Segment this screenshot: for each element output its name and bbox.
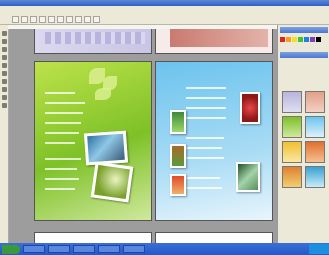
color-panel-header (280, 27, 328, 33)
menu-bar (0, 6, 329, 15)
leaf-decoration (95, 88, 111, 100)
canvas-workspace[interactable] (9, 29, 277, 243)
garden-photo[interactable] (236, 162, 260, 192)
text-line (186, 117, 226, 119)
hand-icon[interactable] (1, 87, 7, 92)
pointer-icon[interactable] (1, 31, 7, 36)
bird-photo[interactable] (83, 130, 129, 166)
redo-icon[interactable] (84, 16, 91, 23)
taskbar-item[interactable] (48, 245, 70, 253)
plant-photo-1[interactable] (170, 110, 186, 134)
text-line (45, 142, 75, 144)
color-swatch[interactable] (304, 37, 309, 42)
text-line (186, 147, 222, 149)
color-swatch[interactable] (286, 37, 291, 42)
system-clock (309, 244, 329, 254)
template-thumbnail[interactable] (305, 91, 325, 113)
template-thumbnail[interactable] (305, 166, 325, 188)
rectangle-icon[interactable] (1, 47, 7, 52)
taskbar-item[interactable] (73, 245, 95, 253)
flower-photo[interactable] (240, 92, 260, 124)
text-line (186, 177, 220, 179)
text-line (45, 102, 85, 104)
zoom-tool-icon[interactable] (1, 79, 7, 84)
flower-photo-2[interactable] (170, 174, 186, 196)
leaf-photo[interactable] (90, 161, 134, 203)
plant-photo-2[interactable] (170, 144, 186, 168)
color-swatch[interactable] (310, 37, 315, 42)
template-thumbnail[interactable] (282, 166, 302, 188)
line-icon[interactable] (1, 63, 7, 68)
text-line (45, 178, 79, 180)
text-line (45, 168, 77, 170)
color-swatch[interactable] (316, 37, 321, 42)
template-thumbnail[interactable] (305, 116, 325, 138)
start-button[interactable] (2, 244, 20, 254)
red-banner (170, 29, 268, 47)
taskbar-item[interactable] (23, 245, 45, 253)
paste-icon[interactable] (66, 16, 73, 23)
text-line (186, 87, 226, 89)
page-thumbnail-red[interactable] (155, 29, 273, 54)
text-line (45, 112, 83, 114)
copy-icon[interactable] (57, 16, 64, 23)
open-icon[interactable] (21, 16, 28, 23)
template-thumbnail[interactable] (282, 116, 302, 138)
new-icon[interactable] (12, 16, 19, 23)
text-line (45, 158, 81, 160)
right-panel (277, 25, 329, 243)
page-thumbnail-bottom-right[interactable] (155, 232, 273, 243)
text-line (186, 137, 224, 139)
color-swatch[interactable] (280, 37, 285, 42)
color-swatch[interactable] (298, 37, 303, 42)
undo-icon[interactable] (75, 16, 82, 23)
print-icon[interactable] (39, 16, 46, 23)
template-thumbnail[interactable] (282, 141, 302, 163)
color-swatch[interactable] (292, 37, 297, 42)
template-thumbnails (282, 91, 326, 188)
text-line (45, 188, 75, 190)
main-toolbar (0, 15, 329, 25)
text-line (186, 97, 226, 99)
zoom-icon[interactable] (93, 16, 100, 23)
blue-brochure-page[interactable] (155, 61, 273, 221)
purple-banner (45, 32, 145, 44)
layout-panel-header (280, 52, 328, 58)
taskbar-item[interactable] (123, 245, 145, 253)
text-line (45, 132, 79, 134)
crop-icon[interactable] (1, 71, 7, 76)
oval-icon[interactable] (1, 55, 7, 60)
save-icon[interactable] (30, 16, 37, 23)
color-swatches (278, 35, 329, 44)
text-line (186, 107, 226, 109)
text-line (45, 92, 75, 94)
fill-icon[interactable] (1, 103, 7, 108)
pen-icon[interactable] (1, 95, 7, 100)
text-line (45, 122, 81, 124)
green-brochure-page[interactable] (34, 61, 152, 221)
taskbar (0, 243, 329, 255)
template-thumbnail[interactable] (305, 141, 325, 163)
tools-column (0, 29, 8, 108)
text-line (186, 187, 222, 189)
page-thumbnail-purple[interactable] (34, 29, 152, 54)
page-thumbnail-bottom-left[interactable] (34, 232, 152, 243)
template-thumbnail[interactable] (282, 91, 302, 113)
text-icon[interactable] (1, 39, 7, 44)
cut-icon[interactable] (48, 16, 55, 23)
text-line (186, 157, 224, 159)
taskbar-item[interactable] (98, 245, 120, 253)
